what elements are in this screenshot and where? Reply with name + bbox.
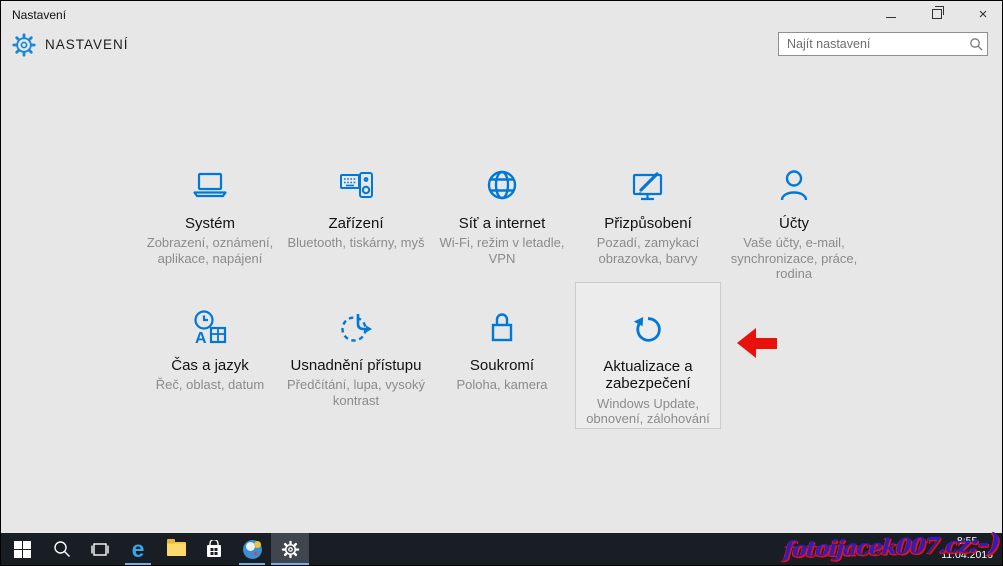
search-input[interactable] [779,37,965,51]
tray-date: 11.04.2016 [941,549,993,563]
tile-accounts[interactable]: Účty Vaše účty, e-mail, synchronizace, p… [721,151,867,282]
person-icon [772,162,816,210]
gear-icon [11,32,37,58]
update-icon [626,305,670,353]
globe-icon [480,162,524,210]
search-icon [53,540,71,558]
tile-title: Čas a jazyk [171,357,249,374]
taskbar-search-button[interactable] [43,533,81,565]
clock-language-icon: A [188,304,232,352]
running-indicator [125,563,151,565]
settings-window: Nastavení × [0,0,1003,566]
tile-update-security[interactable]: Aktualizace a zabezpečení Windows Update… [575,282,721,429]
tile-privacy[interactable]: Soukromí Poloha, kamera [429,282,575,429]
tile-title: Soukromí [470,357,534,374]
taskbar: e [1,533,1002,565]
tray-clock[interactable]: 8:55 11.04.2016 [941,535,997,562]
titlebar: Nastavení × [1,1,1002,27]
minimize-button[interactable] [880,4,902,24]
tile-subtitle: Windows Update, obnovení, zálohování [576,396,720,427]
arrow-head [737,328,756,358]
edge-icon: e [132,538,145,561]
tile-subtitle: Pozadí, zamykací obrazovka, barvy [575,235,721,266]
lock-icon [480,304,524,352]
search-box[interactable] [778,32,988,56]
tile-title: Aktualizace a zabezpečení [576,358,720,393]
tile-network[interactable]: Síť a internet Wi-Fi, režim v letadle, V… [429,151,575,282]
tile-subtitle: Poloha, kamera [454,377,549,392]
paint-app-icon [243,540,262,559]
app-header: NASTAVENÍ [1,27,1002,67]
ease-of-access-icon [334,304,378,352]
page-title: NASTAVENÍ [45,37,129,52]
store-button[interactable] [195,533,233,565]
paint-app-button[interactable] [233,533,271,565]
gear-icon [281,540,300,559]
tile-title: Účty [779,215,809,232]
start-button[interactable] [1,533,43,565]
running-indicator [239,563,265,565]
window-controls: × [880,1,994,27]
tile-subtitle: Předčítání, lupa, vysoký kontrast [283,377,429,408]
arrow-shaft [756,338,777,349]
tray-time: 8:55 [957,535,977,549]
store-bag-icon [205,540,223,558]
tile-time-language[interactable]: A Čas a jazyk Řeč, oblast, datum [137,282,283,429]
windows-logo-icon [14,541,31,558]
personalization-icon [626,162,670,210]
tile-devices[interactable]: Zařízení Bluetooth, tiskárny, myš [283,151,429,282]
tile-personalization[interactable]: Přizpůsobení Pozadí, zamykací obrazovka,… [575,151,721,282]
task-view-button[interactable] [81,533,119,565]
tile-title: Usnadnění přístupu [291,357,422,374]
red-left-arrow-annotation [737,328,777,358]
tile-title: Síť a internet [459,215,546,232]
tile-subtitle: Zobrazení, oznámení, aplikace, napájení [137,235,283,266]
tile-subtitle: Bluetooth, tiskárny, myš [285,235,426,250]
settings-tile-grid: Systém Zobrazení, oznámení, aplikace, na… [137,151,867,429]
tile-subtitle: Wi-Fi, režim v letadle, VPN [429,235,575,266]
restore-button[interactable] [926,4,948,24]
window-title: Nastavení [12,8,66,22]
edge-button[interactable]: e [119,533,157,565]
tile-subtitle: Vaše účty, e-mail, synchronizace, práce,… [721,235,867,281]
taskbar-settings-button[interactable] [271,533,309,565]
svg-text:A: A [195,330,207,347]
tile-system[interactable]: Systém Zobrazení, oznámení, aplikace, na… [137,151,283,282]
close-button[interactable]: × [972,4,994,24]
file-explorer-button[interactable] [157,533,195,565]
devices-icon [334,162,378,210]
folder-icon [167,542,186,556]
restore-icon [932,9,942,19]
tile-title: Zařízení [328,215,383,232]
close-icon: × [979,7,988,22]
task-view-icon [90,542,110,557]
laptop-icon [188,162,232,210]
tile-title: Přizpůsobení [604,215,692,232]
tile-subtitle: Řeč, oblast, datum [154,377,266,392]
tile-ease-of-access[interactable]: Usnadnění přístupu Předčítání, lupa, vys… [283,282,429,429]
minimize-icon [886,17,896,18]
system-tray: 8:55 11.04.2016 [941,533,997,565]
active-indicator [271,563,309,565]
magnifier-icon [965,37,987,51]
tile-title: Systém [185,215,235,232]
